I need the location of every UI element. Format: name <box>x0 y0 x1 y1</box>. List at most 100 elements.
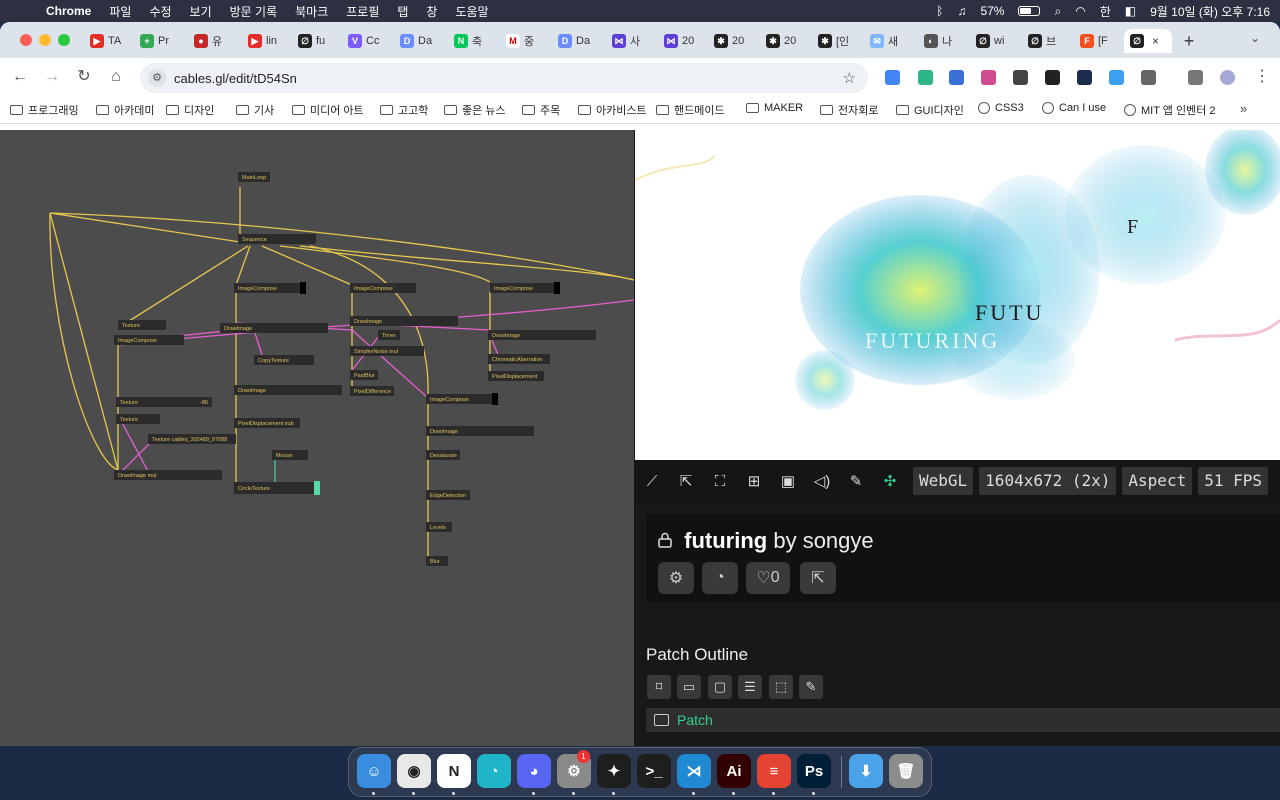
color-picker-icon[interactable]: ✎ <box>839 460 873 502</box>
address-bar[interactable]: ⚙ cables.gl/edit/tD54Sn ☆ <box>140 63 868 93</box>
aspect-button[interactable]: Aspect <box>1122 467 1193 495</box>
tab-16[interactable]: ◐ 나 <box>918 29 958 53</box>
reading-list-icon[interactable] <box>1188 70 1203 85</box>
node-texture-1[interactable]: Texture <box>118 320 166 330</box>
folder-icon[interactable]: ▭ <box>677 675 701 699</box>
tab-8[interactable]: M중 <box>500 29 540 53</box>
dock-photoshop-icon[interactable]: Ps <box>797 754 831 788</box>
node-pixeldisplacement-1[interactable]: PixelDisplacement <box>488 371 544 381</box>
dock-illustrator-icon[interactable]: Ai <box>717 754 751 788</box>
node-drawimage-5[interactable]: DrawImage <box>426 426 534 436</box>
bookmark-item[interactable]: 핸드메이드 <box>656 102 725 118</box>
dock-trash-icon[interactable]: 🗑 <box>889 754 923 788</box>
bookmark-item[interactable]: CSS3 <box>978 102 1024 114</box>
menu-window[interactable]: 창 <box>426 3 437 20</box>
tab-18[interactable]: ∅ 브 <box>1022 29 1062 53</box>
renderer-label[interactable]: WebGL <box>913 467 974 495</box>
tab-6[interactable]: D Da <box>394 29 434 53</box>
tab-0[interactable]: ▶ TA <box>84 29 124 53</box>
tab-1[interactable]: + Pr <box>134 29 174 53</box>
tab-close-icon[interactable]: × <box>1152 34 1159 48</box>
window-zoom-button[interactable] <box>58 34 70 46</box>
dock-todoist-icon[interactable]: ≡ <box>757 754 791 788</box>
cable-seq-compose3[interactable] <box>279 245 491 283</box>
dock-terminal-icon[interactable]: >_ <box>637 754 671 788</box>
tab-5[interactable]: V Cc <box>342 29 382 53</box>
dock-chrome-icon[interactable]: ◉ <box>397 754 431 788</box>
node-copytexture[interactable]: CopyTexture <box>254 355 314 365</box>
node-circletexture[interactable]: CircleTexture <box>234 481 320 495</box>
dock-notion-icon[interactable]: N <box>437 754 471 788</box>
selection-icon[interactable]: ⬚ <box>769 675 793 699</box>
extension-icon-1[interactable] <box>885 70 900 85</box>
wifi-icon[interactable]: ◠ <box>1075 4 1085 18</box>
chrome-menu-icon[interactable]: ⋮ <box>1252 67 1272 87</box>
home-button[interactable]: ⌂ <box>106 67 126 87</box>
new-tab-button[interactable]: + <box>1178 31 1200 53</box>
node-timer[interactable]: Timer <box>378 330 400 340</box>
cable-long-right[interactable] <box>49 212 634 281</box>
battery-percent[interactable]: 57% <box>980 4 1004 18</box>
tab-19[interactable]: F [F <box>1074 29 1114 53</box>
dock-finder-icon[interactable]: ☺ <box>357 754 391 788</box>
qr-code-icon[interactable]: ⊞ <box>737 460 771 502</box>
bookmark-icon[interactable]: ⌑ <box>647 675 671 699</box>
bookmark-item[interactable]: MIT 앱 인벤터 2 <box>1124 102 1216 118</box>
comments-icon[interactable]: ☰ <box>738 675 762 699</box>
bookmark-item[interactable]: 미디어 아트 <box>292 102 364 118</box>
eyedropper-icon[interactable]: ✎ <box>799 675 823 699</box>
bluetooth-icon[interactable]: ᛒ <box>936 4 943 18</box>
headphones-icon[interactable]: ♫ <box>957 4 966 18</box>
extension-icon-7[interactable] <box>1077 70 1092 85</box>
ime-indicator[interactable]: 한 <box>1100 3 1111 20</box>
menu-help[interactable]: 도움말 <box>455 3 488 20</box>
resize-handle-icon[interactable]: ⟋ <box>635 460 669 502</box>
node-drawimage-2[interactable]: DrawImage <box>350 316 458 326</box>
node-texture-3[interactable]: Texture <box>116 414 160 424</box>
forward-button[interactable]: → <box>42 67 62 87</box>
dock-mascot-icon[interactable]: ◔ <box>477 754 511 788</box>
tab-10[interactable]: ⋈ 사 <box>606 29 646 53</box>
patch-canvas[interactable]: MainLoop Sequence ImageCompose ImageComp… <box>0 130 634 746</box>
node-simplexnoise[interactable]: SimplexNoise mul <box>350 346 424 356</box>
tab-13[interactable]: ✱ 20 <box>760 29 800 53</box>
node-blur[interactable]: Blur <box>426 556 448 566</box>
stats-button[interactable]: ◔ <box>702 562 738 594</box>
menu-edit[interactable]: 수정 <box>149 3 171 20</box>
extension-icon-3[interactable] <box>949 70 964 85</box>
fullscreen-icon[interactable]: ⛶ <box>703 460 737 502</box>
bookmark-item[interactable]: Can I use <box>1042 102 1106 114</box>
back-button[interactable]: ← <box>10 67 30 87</box>
bookmark-item[interactable]: 좋은 뉴스 <box>444 102 506 118</box>
like-button[interactable]: ♡ 0 <box>746 562 790 594</box>
extensions-puzzle-icon[interactable] <box>1141 70 1156 85</box>
bookmark-item[interactable]: 프로그래밍 <box>10 102 79 118</box>
node-drawimage-3[interactable]: DrawImage <box>488 330 596 340</box>
menu-view[interactable]: 보기 <box>190 3 212 20</box>
node-desaturate[interactable]: Desaturate <box>426 450 460 460</box>
bookmark-item[interactable]: MAKER <box>746 102 803 114</box>
tab-2[interactable]: ● 유 <box>188 29 228 53</box>
screenshot-icon[interactable]: ▣ <box>771 460 805 502</box>
webgl-canvas-preview[interactable]: FUTU FUTURING F <box>635 130 1280 460</box>
url-text[interactable]: cables.gl/edit/tD54Sn <box>174 71 297 86</box>
node-edgedetection[interactable]: EdgeDetection <box>426 490 470 500</box>
dock-discord-icon[interactable]: ◕ <box>517 754 551 788</box>
node-pixeldifference[interactable]: PixelDifference <box>350 386 394 396</box>
bookmark-item[interactable]: 아카비스트 <box>578 102 647 118</box>
menu-history[interactable]: 방문 기록 <box>230 3 278 20</box>
settings-button[interactable]: ⚙ <box>658 562 694 594</box>
node-pastblur[interactable]: PastBlur <box>350 370 378 380</box>
graph-icon[interactable]: ✣ <box>873 460 907 502</box>
comment-icon[interactable]: ▢ <box>708 675 732 699</box>
clock[interactable]: 9월 10일 (화) 오후 7:16 <box>1150 3 1270 20</box>
reload-button[interactable]: ↻ <box>74 67 94 87</box>
menu-tab[interactable]: 탭 <box>397 3 408 20</box>
cable-seq-compose2[interactable] <box>261 245 353 286</box>
search-icon[interactable]: ⌕ <box>1054 4 1061 19</box>
bookmark-item[interactable]: 기사 <box>236 102 274 118</box>
outline-item-patch[interactable]: Patch <box>646 708 1280 732</box>
bookmark-item[interactable]: 디자인 <box>166 102 214 118</box>
volume-icon[interactable]: ◁) <box>805 460 839 502</box>
cable-seq-texture[interactable] <box>117 245 249 329</box>
